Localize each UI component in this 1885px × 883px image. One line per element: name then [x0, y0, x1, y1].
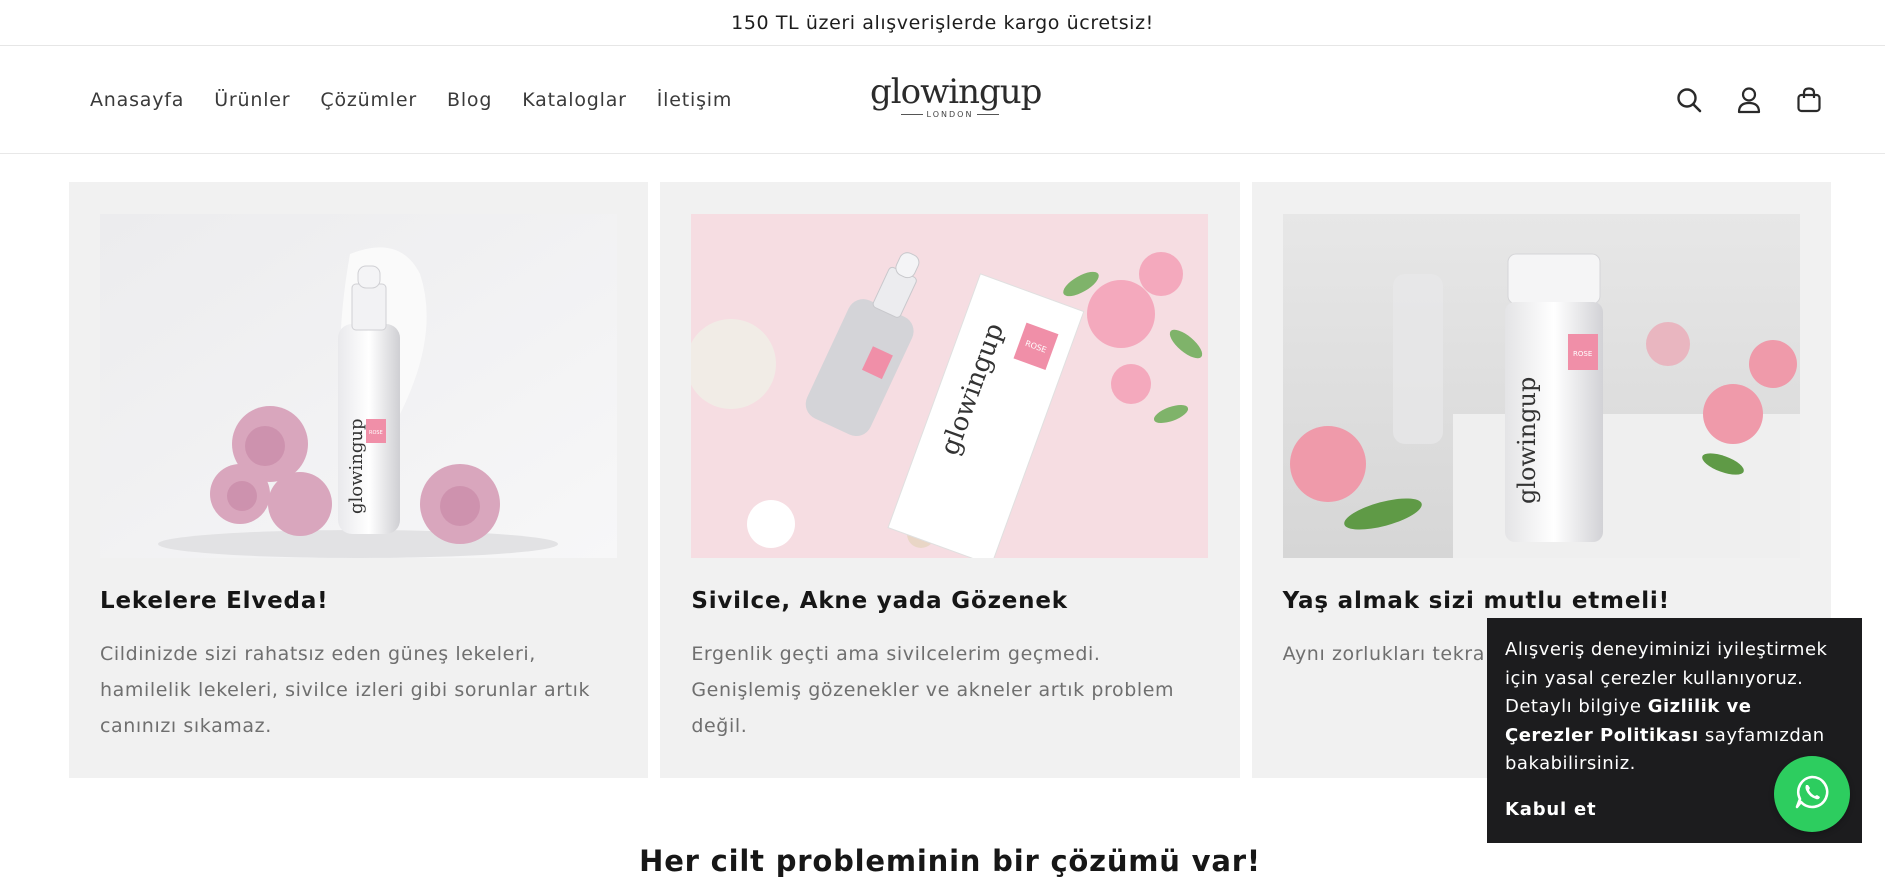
main-nav: Anasayfa Ürünler Çözümler Blog Katalogla… [90, 46, 732, 154]
card-title[interactable]: Sivilce, Akne yada Gözenek [691, 588, 1208, 614]
jar-brand-text: glowingup [1513, 377, 1541, 504]
card-description: Ergenlik geçti ama sivilcelerim geçmedi.… [691, 643, 1175, 737]
nav-item-anasayfa[interactable]: Anasayfa [90, 89, 184, 111]
whatsapp-chat-button[interactable] [1774, 756, 1850, 832]
jar-tag-text: ROSE [1573, 350, 1592, 358]
bottle-brand-text: glowingup [346, 418, 367, 514]
announcement-text: 150 TL üzeri alışverişlerde kargo ücrets… [731, 11, 1154, 34]
solution-card[interactable]: glowingup ROSE Sivilce, Akne yada Gözene… [660, 182, 1240, 778]
brand-logo[interactable]: glowingup LONDON [870, 72, 1042, 126]
product-image-serum-box[interactable]: glowingup ROSE [691, 214, 1209, 558]
card-title[interactable]: Lekelere Elveda! [100, 588, 617, 614]
product-image-serum[interactable]: glowingup ROSE [100, 214, 617, 558]
header-actions [1673, 46, 1825, 154]
nav-item-iletisim[interactable]: İletişim [657, 89, 732, 111]
logo-wordmark: glowingup [870, 72, 1042, 112]
cookie-accept-button[interactable]: Kabul et [1505, 799, 1596, 820]
bottle-tag-text: ROSE [369, 430, 383, 436]
announcement-bar: 150 TL üzeri alışverişlerde kargo ücrets… [0, 0, 1885, 46]
product-image-day-cream[interactable]: glowingup ROSE [1282, 214, 1800, 558]
account-icon[interactable] [1733, 84, 1765, 116]
section-title: Her cilt probleminin bir çözümü var! [639, 844, 1261, 878]
whatsapp-icon [1793, 773, 1831, 815]
nav-item-cozumler[interactable]: Çözümler [320, 89, 417, 111]
search-icon[interactable] [1673, 84, 1705, 116]
cookie-message: Alışveriş deneyiminizi iyileştirmek için… [1505, 636, 1844, 779]
card-description: Cildinizde sizi rahatsız eden güneş leke… [100, 643, 591, 737]
nav-item-blog[interactable]: Blog [447, 89, 492, 111]
site-header: Anasayfa Ürünler Çözümler Blog Katalogla… [0, 46, 1885, 154]
nav-item-kataloglar[interactable]: Kataloglar [522, 89, 627, 111]
solution-card[interactable]: glowingup ROSE Lekelere Elveda! Cildiniz… [69, 182, 649, 778]
nav-item-urunler[interactable]: Ürünler [214, 89, 290, 111]
cart-icon[interactable] [1793, 84, 1825, 116]
card-title[interactable]: Yaş almak sizi mutlu etmeli! [1283, 588, 1800, 614]
